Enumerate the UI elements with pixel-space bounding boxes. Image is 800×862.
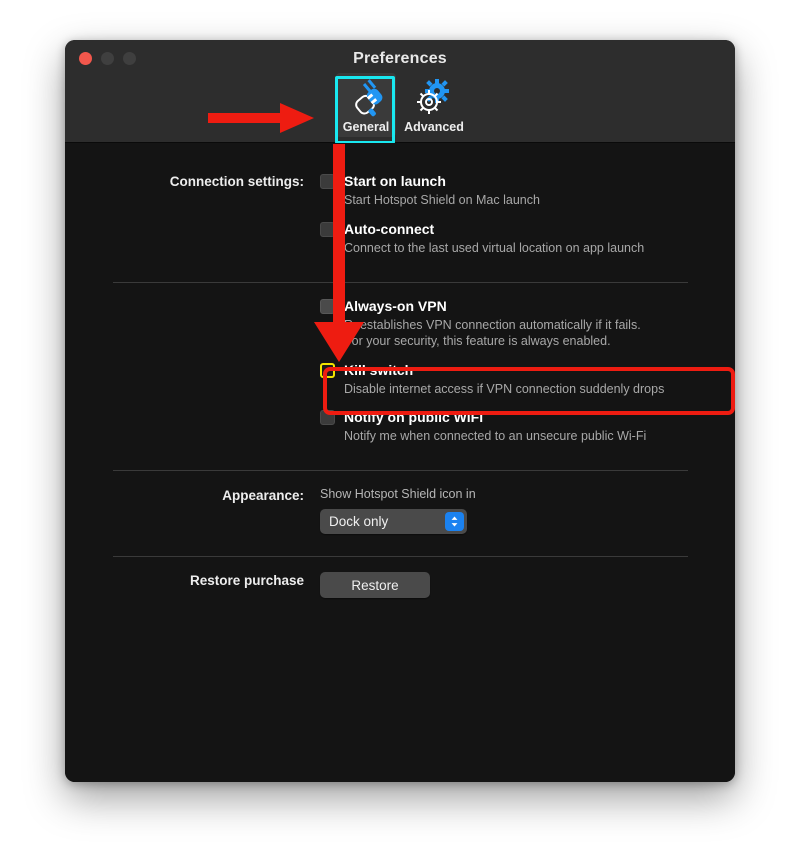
security-settings-row: Always-on VPN Reestablishes VPN connecti… — [65, 298, 735, 457]
toolbar-item-advanced-label: Advanced — [404, 120, 464, 134]
connection-settings-row: Connection settings: Start on launch Sta… — [65, 173, 735, 269]
always-on-vpn-checkbox[interactable] — [320, 298, 335, 314]
appearance-dropdown-value: Dock only — [329, 514, 389, 529]
appearance-dropdown[interactable]: Dock only — [320, 509, 467, 534]
restore-purchase-label: Restore purchase — [189, 573, 304, 588]
notify-public-wifi-description: Notify me when connected to an unsecure … — [344, 429, 647, 443]
start-on-launch-toggle[interactable]: Start on launch — [320, 173, 735, 189]
start-on-launch-description: Start Hotspot Shield on Mac launch — [344, 193, 540, 207]
preferences-window: Preferences General Advanced Connection … — [65, 40, 735, 782]
preferences-toolbar: General Advanced — [65, 73, 735, 137]
option-auto-connect: Auto-connect Connect to the last used vi… — [320, 221, 735, 256]
kill-switch-toggle[interactable]: Kill switch — [320, 362, 735, 378]
restore-button[interactable]: Restore — [320, 572, 430, 598]
notify-public-wifi-checkbox[interactable] — [320, 409, 335, 425]
toolbar-item-general[interactable]: General — [336, 73, 396, 137]
kill-switch-checkbox[interactable] — [320, 362, 335, 378]
security-settings-label — [65, 298, 320, 299]
start-on-launch-title: Start on launch — [344, 173, 446, 189]
plug-icon — [345, 78, 387, 118]
appearance-row: Appearance: Show Hotspot Shield icon in … — [65, 487, 735, 534]
option-start-on-launch: Start on launch Start Hotspot Shield on … — [320, 173, 735, 208]
auto-connect-title: Auto-connect — [344, 221, 435, 237]
start-on-launch-checkbox[interactable] — [320, 173, 335, 189]
kill-switch-title: Kill switch — [344, 362, 414, 378]
always-on-vpn-title: Always-on VPN — [344, 298, 447, 314]
preferences-content: Connection settings: Start on launch Sta… — [65, 143, 735, 782]
window-titlebar: Preferences General Advanced — [65, 40, 735, 144]
option-always-on-vpn: Always-on VPN Reestablishes VPN connecti… — [320, 298, 735, 349]
notify-public-wifi-toggle[interactable]: Notify on public WiFi — [320, 409, 735, 425]
kill-switch-description: Disable internet access if VPN connectio… — [344, 382, 665, 396]
auto-connect-checkbox[interactable] — [320, 221, 335, 237]
always-on-vpn-toggle[interactable]: Always-on VPN — [320, 298, 735, 314]
notify-public-wifi-title: Notify on public WiFi — [344, 409, 484, 425]
toolbar-item-advanced[interactable]: Advanced — [404, 73, 464, 137]
auto-connect-toggle[interactable]: Auto-connect — [320, 221, 735, 237]
option-kill-switch: Kill switch Disable internet access if V… — [320, 362, 735, 397]
section-divider-2 — [113, 470, 688, 471]
gears-icon — [413, 78, 455, 118]
appearance-label: Appearance: — [222, 488, 304, 503]
always-on-vpn-description: Reestablishes VPN connection automatical… — [344, 318, 641, 348]
toolbar-item-general-label: General — [342, 120, 390, 134]
section-divider-3 — [113, 556, 688, 557]
appearance-caption: Show Hotspot Shield icon in — [320, 487, 476, 501]
restore-button-label: Restore — [351, 577, 399, 593]
connection-settings-label: Connection settings: — [169, 174, 304, 189]
option-notify-public-wifi: Notify on public WiFi Notify me when con… — [320, 409, 735, 444]
restore-purchase-row: Restore purchase Restore — [65, 572, 735, 598]
window-title: Preferences — [353, 50, 447, 67]
chevron-updown-icon — [445, 512, 464, 531]
auto-connect-description: Connect to the last used virtual locatio… — [344, 241, 645, 255]
section-divider-1 — [113, 282, 688, 283]
